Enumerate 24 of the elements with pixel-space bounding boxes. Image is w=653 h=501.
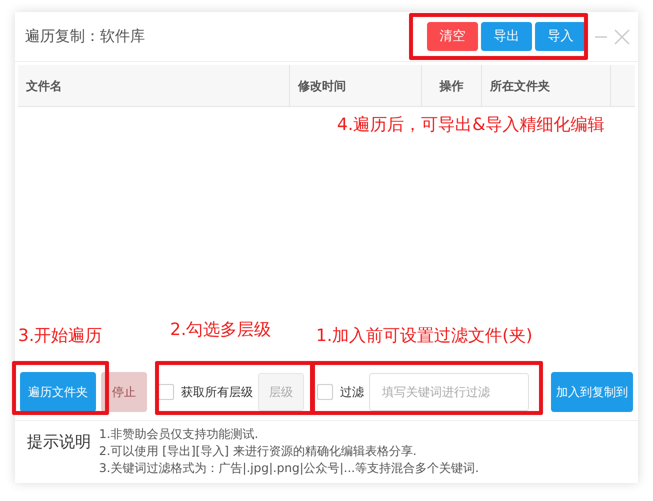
column-header[interactable]: 文件名 bbox=[18, 65, 290, 106]
checkbox-label: 过滤 bbox=[340, 384, 364, 400]
close-icon[interactable] bbox=[614, 28, 630, 44]
column-header[interactable]: 所在文件夹 bbox=[482, 65, 611, 106]
column-header[interactable]: 操作 bbox=[422, 65, 482, 106]
column-header[interactable]: 修改时间 bbox=[290, 65, 422, 106]
filter-field[interactable]: 填写关键词进行过滤 bbox=[369, 372, 529, 410]
header-button[interactable]: 清空 bbox=[427, 22, 478, 51]
note-line: 1.非赞助会员仅支持功能测试. bbox=[99, 426, 260, 443]
annotation-text: 1.加入前可设置过滤文件(夹) bbox=[316, 325, 532, 348]
scan-folder-button[interactable]: 遍历文件夹 bbox=[20, 372, 96, 412]
header-button[interactable]: 导入 bbox=[535, 22, 586, 51]
window-title: 遍历复制：软件库 bbox=[25, 26, 145, 48]
note-line: 2.可以使用 [导出][导入] 来进行资源的精确化编辑表格分享. bbox=[99, 443, 418, 460]
note-line: 3.关键词过滤格式为：广告|.jpg|.png|公众号|...等支持混合多个关键词. bbox=[99, 460, 479, 477]
checkbox-label: 获取所有层级 bbox=[181, 384, 253, 400]
notes-title: 提示说明 bbox=[27, 431, 91, 453]
add-to-copy-button[interactable]: 加入到复制到 bbox=[551, 372, 633, 412]
checkbox[interactable] bbox=[317, 384, 333, 400]
checkbox[interactable] bbox=[158, 384, 174, 400]
annotation-text: 4.遍历后，可导出&导入精细化编辑 bbox=[337, 114, 604, 137]
annotation-text: 2.勾选多层级 bbox=[170, 319, 272, 342]
annotation-text: 3.开始遍历 bbox=[18, 325, 102, 348]
header-button[interactable]: 导出 bbox=[481, 22, 532, 51]
